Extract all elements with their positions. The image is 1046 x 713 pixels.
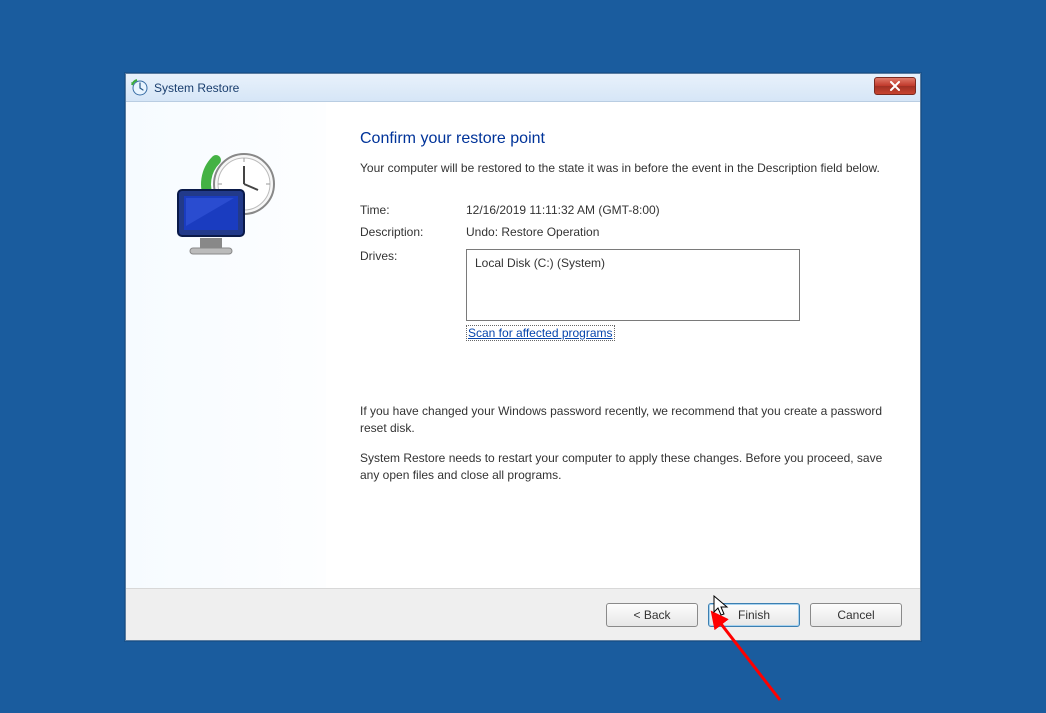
notes: If you have changed your Windows passwor… <box>360 403 886 484</box>
back-button[interactable]: < Back <box>606 603 698 627</box>
drives-label: Drives: <box>360 249 466 263</box>
drives-column: Local Disk (C:) (System) Scan for affect… <box>466 249 800 341</box>
system-restore-icon <box>130 78 150 98</box>
time-value: 12/16/2019 11:11:32 AM (GMT-8:00) <box>466 203 886 217</box>
titlebar: System Restore <box>126 74 920 102</box>
dialog-body: Confirm your restore point Your computer… <box>126 102 920 588</box>
finish-button[interactable]: Finish <box>708 603 800 627</box>
close-button[interactable] <box>874 77 916 95</box>
description-label: Description: <box>360 225 466 239</box>
drives-listbox[interactable]: Local Disk (C:) (System) <box>466 249 800 321</box>
drives-item: Local Disk (C:) (System) <box>475 256 605 270</box>
cancel-button[interactable]: Cancel <box>810 603 902 627</box>
wizard-main: Confirm your restore point Your computer… <box>326 102 920 588</box>
drives-row: Drives: Local Disk (C:) (System) Scan fo… <box>360 249 886 341</box>
note-password: If you have changed your Windows passwor… <box>360 403 886 437</box>
window-title: System Restore <box>154 81 239 95</box>
wizard-footer: < Back Finish Cancel <box>126 588 920 640</box>
description-value: Undo: Restore Operation <box>466 225 886 239</box>
wizard-sidebar <box>126 102 326 588</box>
fields-group: Time: 12/16/2019 11:11:32 AM (GMT-8:00) … <box>360 203 886 341</box>
page-heading: Confirm your restore point <box>360 130 886 148</box>
restore-graphic-icon <box>156 142 296 282</box>
note-restart: System Restore needs to restart your com… <box>360 450 886 484</box>
time-label: Time: <box>360 203 466 217</box>
scan-affected-link[interactable]: Scan for affected programs <box>466 325 615 341</box>
intro-text: Your computer will be restored to the st… <box>360 160 886 177</box>
time-row: Time: 12/16/2019 11:11:32 AM (GMT-8:00) <box>360 203 886 217</box>
system-restore-window: System Restore <box>125 73 921 641</box>
description-row: Description: Undo: Restore Operation <box>360 225 886 239</box>
